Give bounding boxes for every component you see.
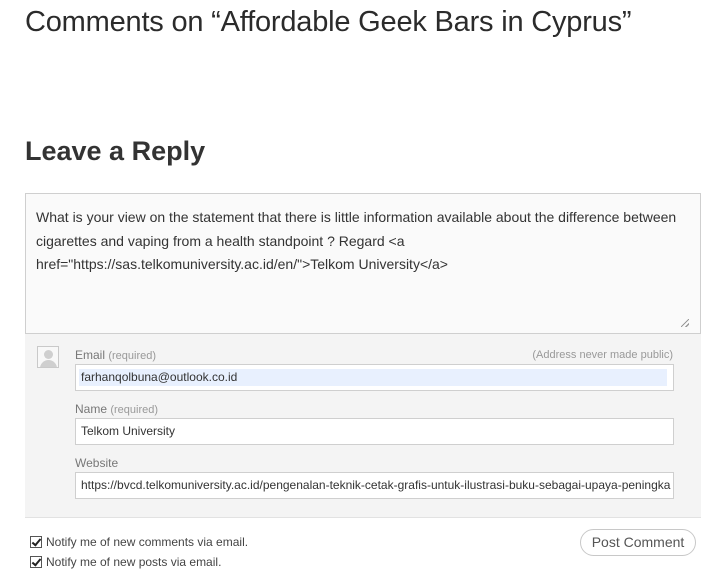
website-value: https://bvcd.telkomuniversity.ac.id/peng… bbox=[81, 478, 671, 492]
email-field[interactable]: farhanqolbuna@outlook.co.id bbox=[75, 364, 674, 391]
website-label: Website bbox=[75, 456, 119, 470]
avatar-body-icon bbox=[40, 360, 57, 367]
name-field[interactable]: Telkom University bbox=[75, 418, 674, 445]
email-required-text: (required) bbox=[108, 350, 157, 362]
email-label: Email (required) bbox=[75, 348, 156, 362]
notify-posts-row: Notify me of new posts via email. bbox=[30, 555, 221, 569]
notify-comments-label: Notify me of new comments via email. bbox=[46, 535, 249, 549]
website-field[interactable]: https://bvcd.telkomuniversity.ac.id/peng… bbox=[75, 472, 674, 499]
email-value: farhanqolbuna@outlook.co.id bbox=[81, 370, 238, 384]
notify-comments-row: Notify me of new comments via email. bbox=[30, 535, 248, 549]
name-label-text: Name bbox=[75, 402, 108, 416]
email-privacy-note: (Address never made public) bbox=[532, 349, 673, 361]
comment-text: What is your view on the statement that … bbox=[36, 209, 677, 272]
email-label-text: Email bbox=[75, 348, 106, 362]
reply-title: Leave a Reply bbox=[25, 136, 206, 166]
name-label: Name (required) bbox=[75, 402, 158, 416]
notify-comments-checkbox[interactable] bbox=[30, 536, 42, 548]
notify-posts-label: Notify me of new posts via email. bbox=[46, 555, 222, 569]
post-comment-button[interactable]: Post Comment bbox=[580, 529, 696, 556]
avatar-head-icon bbox=[44, 350, 53, 359]
comments-title: Comments on “Affordable Geek Bars in Cyp… bbox=[25, 6, 632, 38]
name-required-text: (required) bbox=[110, 404, 159, 416]
avatar bbox=[37, 346, 59, 368]
name-value: Telkom University bbox=[81, 424, 176, 438]
comment-textarea[interactable]: What is your view on the statement that … bbox=[25, 193, 701, 334]
resize-grip-icon[interactable] bbox=[681, 319, 689, 327]
notify-posts-checkbox[interactable] bbox=[30, 556, 42, 568]
identity-panel: Email (required) (Address never made pub… bbox=[25, 334, 701, 518]
